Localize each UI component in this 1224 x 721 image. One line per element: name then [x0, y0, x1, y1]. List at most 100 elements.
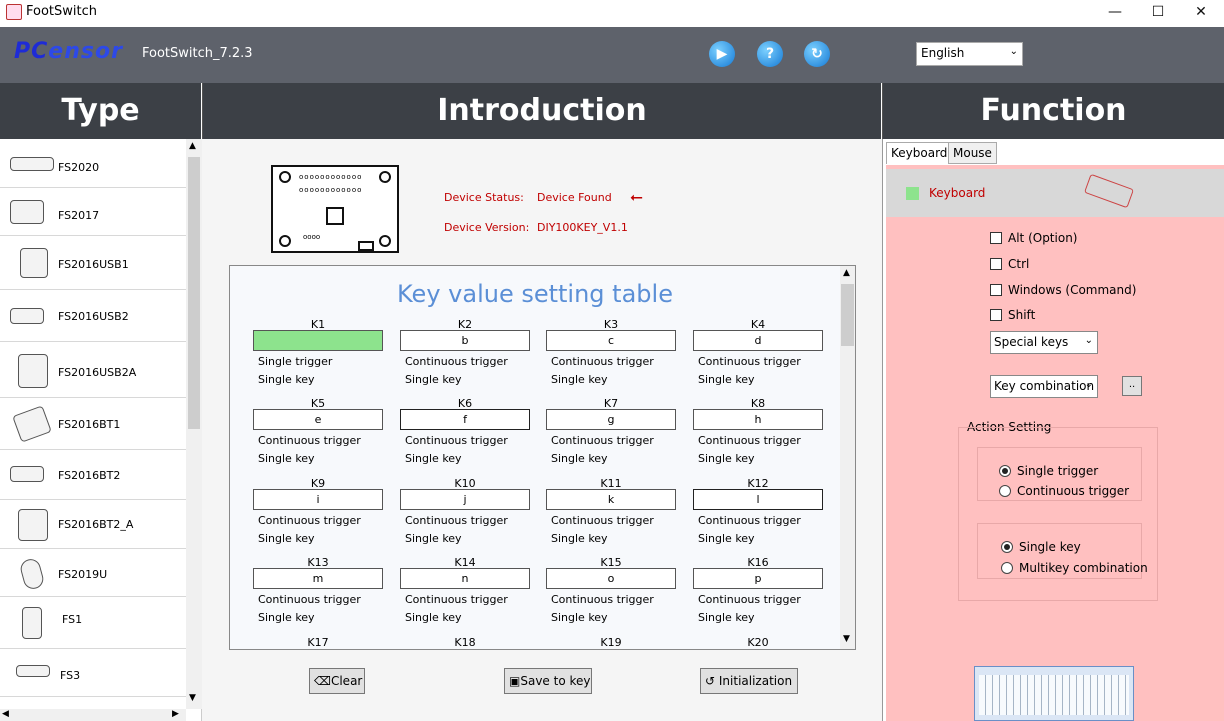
- language-select[interactable]: English ⌄: [916, 42, 1023, 66]
- close-button[interactable]: ✕: [1178, 0, 1224, 26]
- trigger-mode: Continuous trigger: [405, 593, 508, 606]
- key-mode: Single key: [698, 532, 755, 545]
- alt-checkbox[interactable]: Alt (Option): [990, 231, 1077, 245]
- play-icon[interactable]: ▶: [709, 41, 735, 67]
- trigger-mode: Continuous trigger: [698, 355, 801, 368]
- key-value-input[interactable]: p: [693, 568, 823, 589]
- key-value-input[interactable]: b: [400, 330, 530, 351]
- key-cell: K4 d Continuous trigger Single key: [693, 318, 823, 390]
- key-name: K18: [454, 636, 476, 649]
- key-value-input[interactable]: k: [546, 489, 676, 510]
- app-icon: [6, 4, 22, 20]
- sidebar-item-fs2016bt1[interactable]: FS2016BT1: [0, 398, 186, 450]
- virtual-keyboard-image[interactable]: [974, 666, 1134, 721]
- key-value-input[interactable]: e: [253, 409, 383, 430]
- key-value-input[interactable]: n: [400, 568, 530, 589]
- tab-keyboard[interactable]: Keyboard: [886, 142, 953, 164]
- tab-mouse[interactable]: Mouse: [948, 142, 997, 164]
- sidebar-item-fs2016bt2[interactable]: FS2016BT2: [0, 450, 186, 500]
- sidebar-item-fs3[interactable]: FS3: [0, 649, 186, 697]
- shift-checkbox[interactable]: Shift: [990, 308, 1035, 322]
- window-title: FootSwitch: [26, 4, 97, 19]
- key-value-input[interactable]: i: [253, 489, 383, 510]
- scroll-left-icon[interactable]: ◀: [2, 709, 9, 719]
- chevron-down-icon: ⌄: [1009, 46, 1018, 57]
- sidebar-item-fs2016usb2[interactable]: FS2016USB2: [0, 290, 186, 342]
- scroll-up-icon[interactable]: ▲: [189, 141, 196, 151]
- key-mode: Single key: [405, 373, 462, 386]
- maximize-button[interactable]: ☐: [1135, 0, 1181, 26]
- brand-logo: PCensor: [14, 39, 123, 64]
- scroll-up-icon[interactable]: ▲: [843, 268, 850, 278]
- pedal-icon: [20, 248, 48, 278]
- chevron-down-icon: ⌄: [1084, 335, 1093, 346]
- scrollbar-thumb[interactable]: [841, 284, 854, 346]
- help-icon[interactable]: ?: [757, 41, 783, 67]
- key-cell: K12 l Continuous trigger Single key: [693, 477, 823, 549]
- key-cell: K19: [546, 636, 676, 649]
- key-value-input[interactable]: o: [546, 568, 676, 589]
- key-value-input[interactable]: c: [546, 330, 676, 351]
- introduction-heading: Introduction: [202, 83, 881, 139]
- key-value-input[interactable]: f: [400, 409, 530, 430]
- save-icon: ▣: [509, 674, 521, 688]
- sidebar-item-fs2016usb2a[interactable]: FS2016USB2A: [0, 342, 186, 398]
- table-scrollbar[interactable]: ▲ ▼: [840, 266, 855, 649]
- mode-label: Keyboard: [929, 186, 986, 200]
- key-cell: K14 n Continuous trigger Single key: [400, 556, 530, 628]
- key-value-input[interactable]: g: [546, 409, 676, 430]
- single-trigger-radio[interactable]: Single trigger: [999, 464, 1098, 478]
- trigger-mode: Continuous trigger: [551, 593, 654, 606]
- key-mode: Single key: [551, 532, 608, 545]
- app-version: FootSwitch_7.2.3: [142, 46, 253, 61]
- multikey-combination-radio[interactable]: Multikey combination: [1001, 561, 1148, 575]
- key-name: K19: [600, 636, 622, 649]
- key-value-input[interactable]: l: [693, 489, 823, 510]
- sidebar-horizontal-scrollbar[interactable]: ◀ ▶: [0, 709, 186, 721]
- special-keys-select[interactable]: Special keys ⌄: [990, 331, 1098, 354]
- sidebar-item-fs2017[interactable]: FS2017: [0, 188, 186, 236]
- title-bar: FootSwitch — ☐ ✕: [0, 0, 1224, 26]
- ctrl-checkbox[interactable]: Ctrl: [990, 257, 1029, 271]
- save-to-key-button[interactable]: ▣Save to key: [504, 668, 592, 694]
- key-value-input[interactable]: h: [693, 409, 823, 430]
- trigger-mode: Continuous trigger: [551, 355, 654, 368]
- type-heading: Type: [0, 83, 201, 139]
- broom-icon: ⌫: [314, 674, 331, 688]
- initialization-button[interactable]: ↺ Initialization: [700, 668, 798, 694]
- minimize-button[interactable]: —: [1092, 0, 1138, 26]
- sidebar-item-fs1[interactable]: FS1: [0, 597, 186, 649]
- key-cell: K18: [400, 636, 530, 649]
- key-value-input[interactable]: [253, 330, 383, 351]
- pedal-icon: [12, 405, 52, 443]
- sidebar-item-fs2016usb1[interactable]: FS2016USB1: [0, 236, 186, 290]
- windows-checkbox[interactable]: Windows (Command): [990, 283, 1136, 297]
- clear-button[interactable]: ⌫Clear: [309, 668, 365, 694]
- app-header: PCensor FootSwitch_7.2.3 ▶ ? ↻ English ⌄: [0, 27, 1224, 83]
- trigger-mode: Continuous trigger: [698, 514, 801, 527]
- sidebar-item-fs2016bt2-a[interactable]: FS2016BT2_A: [0, 500, 186, 549]
- key-value-input[interactable]: j: [400, 489, 530, 510]
- trigger-mode: Continuous trigger: [405, 434, 508, 447]
- sidebar-item-fs2020[interactable]: FS2020: [0, 139, 186, 188]
- sidebar-scrollbar[interactable]: ▲ ▼: [186, 139, 202, 709]
- browse-button[interactable]: ..: [1122, 376, 1142, 396]
- keyboard-icon: [1083, 173, 1135, 209]
- scroll-down-icon[interactable]: ▼: [189, 693, 196, 703]
- device-status-label: Device Status:: [444, 191, 524, 204]
- key-value-input[interactable]: m: [253, 568, 383, 589]
- pedal-icon: [10, 308, 44, 324]
- continuous-trigger-radio[interactable]: Continuous trigger: [999, 484, 1129, 498]
- single-key-radio[interactable]: Single key: [1001, 540, 1081, 554]
- key-value-input[interactable]: d: [693, 330, 823, 351]
- scroll-down-icon[interactable]: ▼: [843, 634, 850, 644]
- key-mode: Single key: [258, 452, 315, 465]
- sidebar-item-fs2019u[interactable]: FS2019U: [0, 549, 186, 597]
- refresh-icon[interactable]: ↻: [804, 41, 830, 67]
- key-combination-select[interactable]: Key combination ⌄: [990, 375, 1098, 398]
- scroll-right-icon[interactable]: ▶: [172, 709, 179, 719]
- scrollbar-thumb[interactable]: [188, 157, 200, 429]
- key-mode: Single key: [551, 373, 608, 386]
- pedal-icon: [18, 354, 48, 388]
- key-cell: K8 h Continuous trigger Single key: [693, 397, 823, 469]
